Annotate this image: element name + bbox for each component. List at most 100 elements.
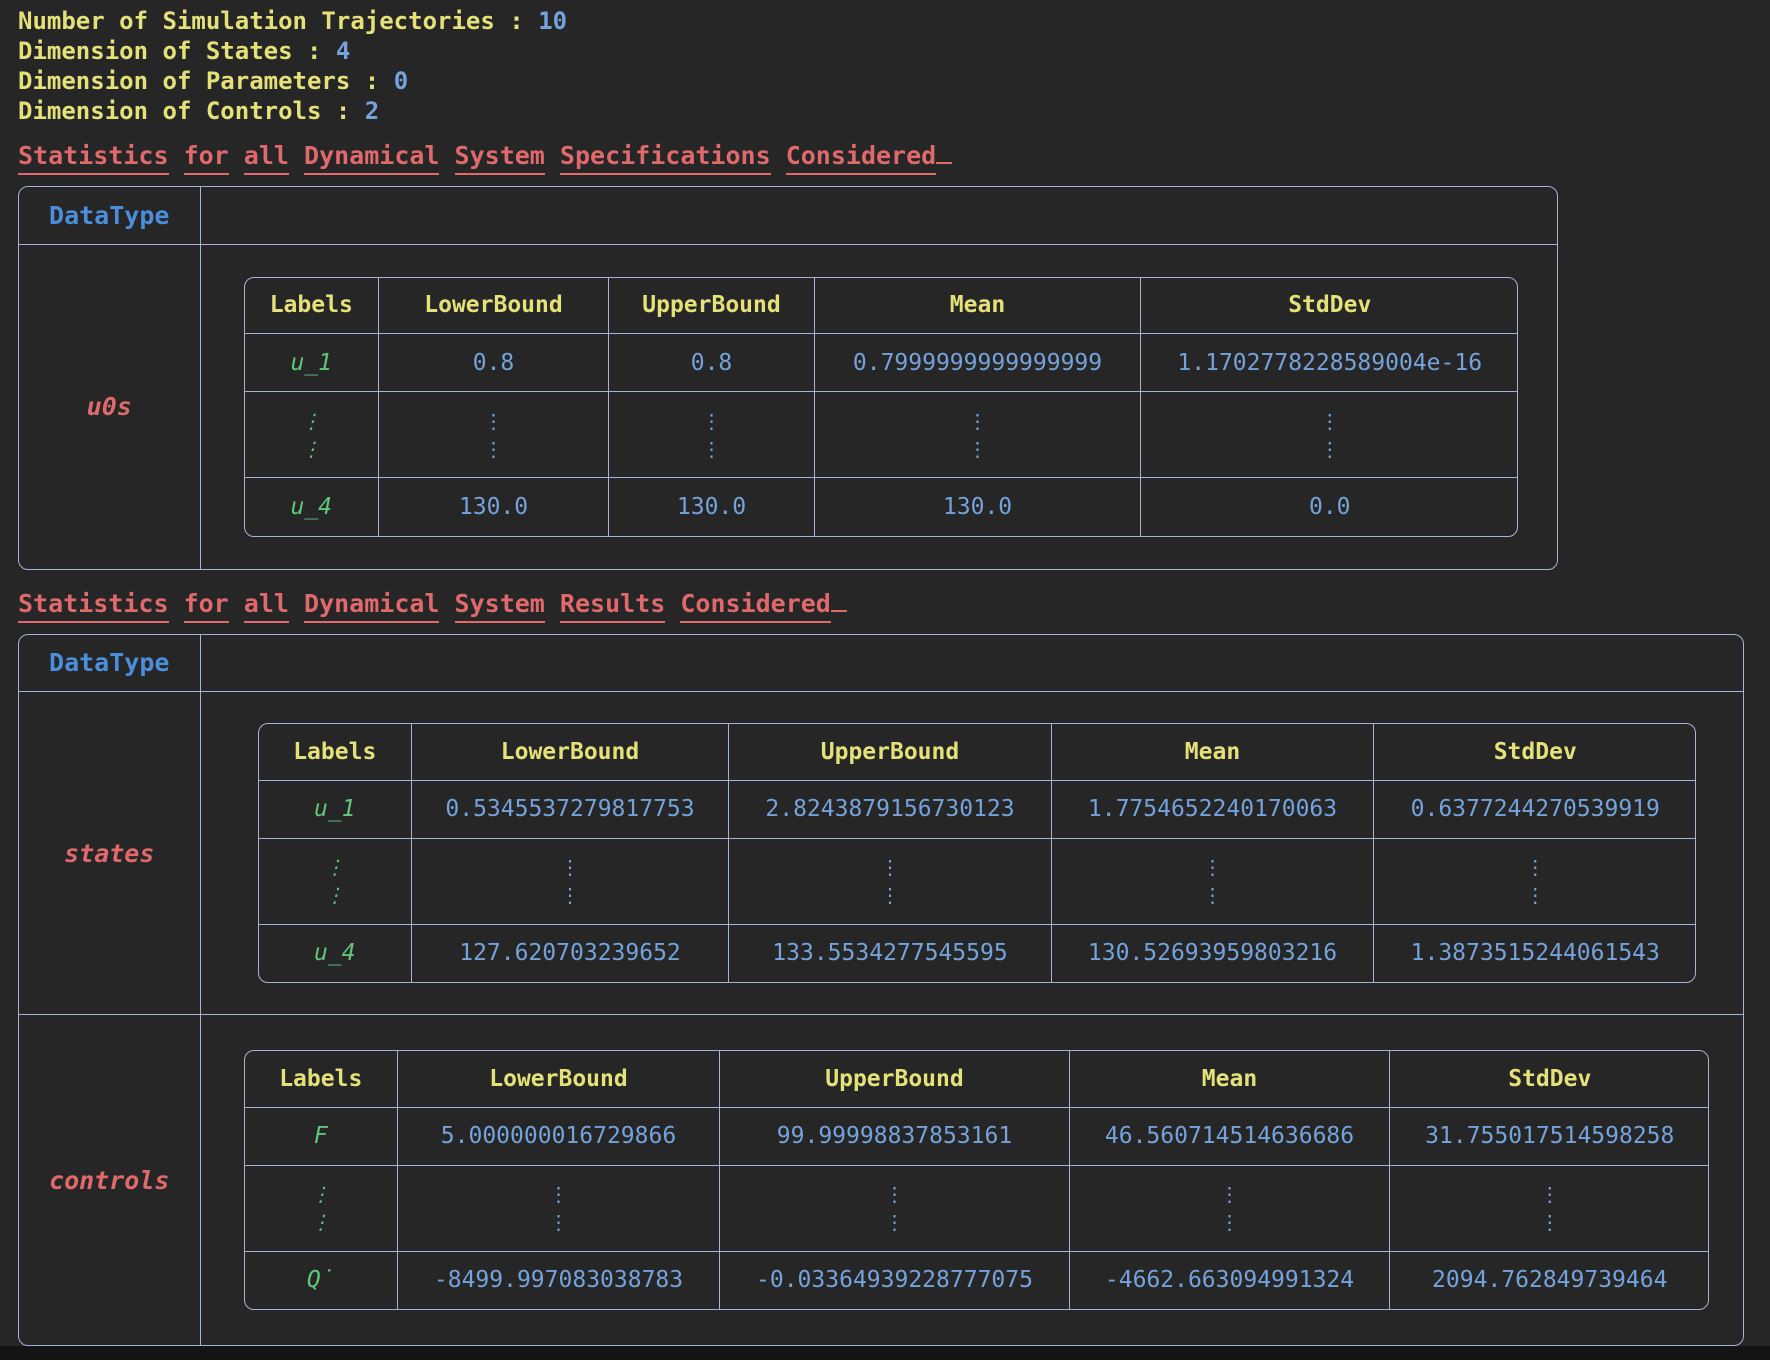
terminal-output: Number of Simulation Trajectories : 10 D… <box>0 0 1770 1346</box>
table-row-ellipsis: ⋮ ⋮ ⋮ ⋮ ⋮ ⋮ ⋮ ⋮ ⋮ ⋮ <box>245 392 1518 478</box>
terminal-bottom-edge <box>0 1346 1770 1360</box>
table-row-ellipsis: ⋮ ⋮ ⋮ ⋮ ⋮ ⋮ ⋮ ⋮ ⋮ ⋮ <box>259 838 1696 924</box>
datatype-header-row: DataType <box>19 187 1557 244</box>
empty-header-cell <box>200 635 1743 692</box>
cell-stddev: 1.1702778228589004e-16 <box>1141 334 1518 392</box>
ellipsis-cell: ⋮ ⋮ <box>729 838 1052 924</box>
stats-header-row: Labels LowerBound UpperBound Mean StdDev <box>245 278 1518 334</box>
row-label: u_4 <box>245 478 379 536</box>
column-header-stddev: StdDev <box>1390 1051 1709 1107</box>
column-header-labels: Labels <box>245 278 379 334</box>
ellipsis-cell: ⋮ ⋮ <box>815 392 1141 478</box>
row-label: u_1 <box>245 334 379 392</box>
info-line-controls-dim: Dimension of Controls : 2 <box>18 96 1770 126</box>
cell-upperbound: 0.8 <box>609 334 815 392</box>
cell-lowerbound: 127.620703239652 <box>412 924 729 982</box>
info-label: Number of Simulation Trajectories <box>18 7 495 35</box>
column-header-mean: Mean <box>815 278 1141 334</box>
table-row-ellipsis: ⋮ ⋮ ⋮ ⋮ ⋮ ⋮ ⋮ ⋮ ⋮ ⋮ <box>245 1165 1709 1251</box>
table-row-Qdot: Q̇ -8499.997083038783 -0.033649392287770… <box>245 1251 1709 1309</box>
cell-upperbound: -0.03364939228777075 <box>720 1251 1070 1309</box>
table-row-u1: u_1 0.8 0.8 0.7999999999999999 1.1702778… <box>245 334 1518 392</box>
empty-header-cell <box>200 187 1557 244</box>
row-label: F <box>245 1107 398 1165</box>
cell-lowerbound: 5.000000016729866 <box>398 1107 720 1165</box>
cell-upperbound: 99.99998837853161 <box>720 1107 1070 1165</box>
group-content-cell: Labels LowerBound UpperBound Mean StdDev… <box>200 692 1743 1015</box>
group-content-cell: Labels LowerBound UpperBound Mean StdDev… <box>200 244 1557 569</box>
info-label: Dimension of Parameters <box>18 67 350 95</box>
cell-mean: 130.0 <box>815 478 1141 536</box>
info-value: 4 <box>336 37 350 65</box>
ellipsis-cell: ⋮ ⋮ <box>1052 838 1374 924</box>
u0s-stats-table: Labels LowerBound UpperBound Mean StdDev… <box>244 277 1518 537</box>
cell-stddev: 2094.762849739464 <box>1390 1251 1709 1309</box>
group-name-controls: controls <box>19 1015 200 1346</box>
cell-stddev: 31.755017514598258 <box>1390 1107 1709 1165</box>
cell-mean: 0.7999999999999999 <box>815 334 1141 392</box>
info-line-parameters-dim: Dimension of Parameters : 0 <box>18 66 1770 96</box>
info-separator: : <box>350 67 393 95</box>
row-label: u_4 <box>259 924 412 982</box>
cell-mean: 130.52693959803216 <box>1052 924 1374 982</box>
column-header-mean: Mean <box>1070 1051 1390 1107</box>
group-row-controls: controls Labels LowerBound UpperBound Me… <box>19 1015 1743 1346</box>
table-row-F: F 5.000000016729866 99.99998837853161 46… <box>245 1107 1709 1165</box>
states-stats-table: Labels LowerBound UpperBound Mean StdDev… <box>258 723 1696 983</box>
ellipsis-cell: ⋮ ⋮ <box>412 838 729 924</box>
group-row-states: states Labels LowerBound UpperBound Mean… <box>19 692 1743 1015</box>
column-header-upperbound: UpperBound <box>729 724 1052 780</box>
cell-stddev: 0.0 <box>1141 478 1518 536</box>
controls-stats-table: Labels LowerBound UpperBound Mean StdDev… <box>244 1050 1709 1310</box>
cell-lowerbound: -8499.997083038783 <box>398 1251 720 1309</box>
group-row-u0s: u0s Labels LowerBound UpperBound Mean St… <box>19 244 1557 569</box>
datatype-header-row: DataType <box>19 635 1743 692</box>
cell-stddev: 1.3873515244061543 <box>1374 924 1696 982</box>
simulation-info-block: Number of Simulation Trajectories : 10 D… <box>18 6 1770 126</box>
table-row-u4: u_4 130.0 130.0 130.0 0.0 <box>245 478 1518 536</box>
info-value: 0 <box>394 67 408 95</box>
column-header-labels: Labels <box>245 1051 398 1107</box>
cell-mean: -4662.663094991324 <box>1070 1251 1390 1309</box>
ellipsis-cell: ⋮ ⋮ <box>1070 1165 1390 1251</box>
info-value: 2 <box>365 97 379 125</box>
column-header-labels: Labels <box>259 724 412 780</box>
cell-lowerbound: 130.0 <box>379 478 609 536</box>
cell-mean: 46.560714514636686 <box>1070 1107 1390 1165</box>
column-header-stddev: StdDev <box>1374 724 1696 780</box>
cell-stddev: 0.6377244270539919 <box>1374 780 1696 838</box>
column-header-lowerbound: LowerBound <box>412 724 729 780</box>
column-header-mean: Mean <box>1052 724 1374 780</box>
column-header-upperbound: UpperBound <box>609 278 815 334</box>
info-label: Dimension of Controls <box>18 97 321 125</box>
ellipsis-cell: ⋮ ⋮ <box>720 1165 1070 1251</box>
info-separator: : <box>495 7 538 35</box>
stats-header-row: Labels LowerBound UpperBound Mean StdDev <box>259 724 1696 780</box>
ellipsis-cell: ⋮ ⋮ <box>1141 392 1518 478</box>
specifications-table: DataType u0s Labels LowerBound UpperBoun… <box>18 186 1558 570</box>
column-header-upperbound: UpperBound <box>720 1051 1070 1107</box>
datatype-header-cell: DataType <box>19 187 200 244</box>
stats-header-row: Labels LowerBound UpperBound Mean StdDev <box>245 1051 1709 1107</box>
group-name-u0s: u0s <box>19 244 200 569</box>
section-heading-results: Statistics for all Dynamical System Resu… <box>18 588 1770 620</box>
cell-mean: 1.7754652240170063 <box>1052 780 1374 838</box>
table-row-u4: u_4 127.620703239652 133.5534277545595 1… <box>259 924 1696 982</box>
group-content-cell: Labels LowerBound UpperBound Mean StdDev… <box>200 1015 1743 1346</box>
ellipsis-cell: ⋮ ⋮ <box>1374 838 1696 924</box>
ellipsis-cell: ⋮ ⋮ <box>245 392 379 478</box>
info-line-states-dim: Dimension of States : 4 <box>18 36 1770 66</box>
info-label: Dimension of States <box>18 37 293 65</box>
column-header-lowerbound: LowerBound <box>398 1051 720 1107</box>
row-label: Q̇ <box>245 1251 398 1309</box>
ellipsis-cell: ⋮ ⋮ <box>398 1165 720 1251</box>
cell-lowerbound: 0.8 <box>379 334 609 392</box>
cell-upperbound: 130.0 <box>609 478 815 536</box>
datatype-header-cell: DataType <box>19 635 200 692</box>
ellipsis-cell: ⋮ ⋮ <box>1390 1165 1709 1251</box>
cell-upperbound: 2.8243879156730123 <box>729 780 1052 838</box>
ellipsis-cell: ⋮ ⋮ <box>609 392 815 478</box>
info-value: 10 <box>538 7 567 35</box>
info-separator: : <box>293 37 336 65</box>
section-heading-specifications: Statistics for all Dynamical System Spec… <box>18 140 1770 172</box>
